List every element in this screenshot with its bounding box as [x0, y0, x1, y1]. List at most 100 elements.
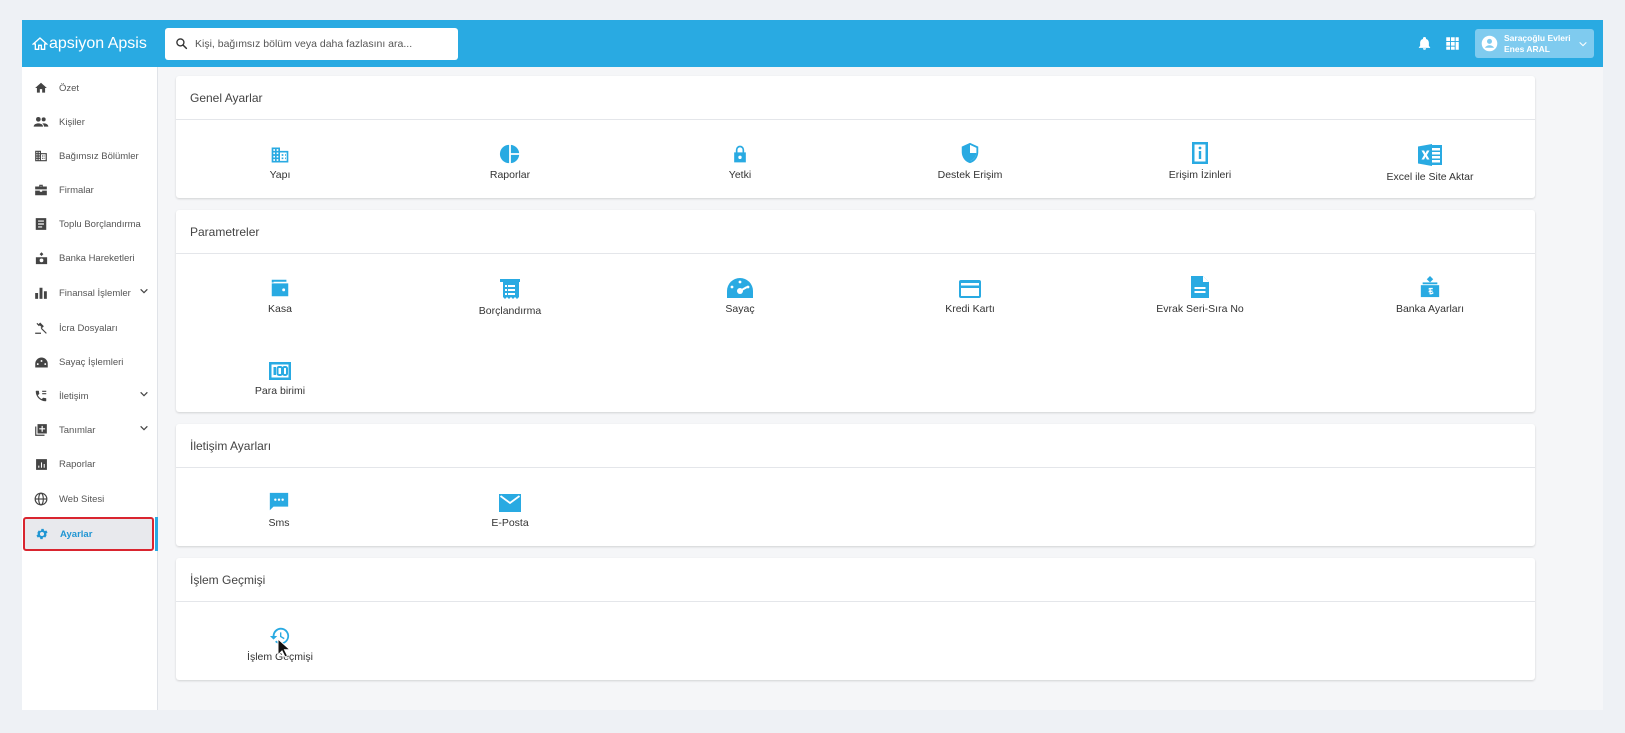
sidebar-item-label: Finansal İşlemler: [59, 287, 131, 299]
chevron-down-icon: [1579, 41, 1587, 46]
sidebar-item-toplu-borclandirma[interactable]: Toplu Borçlandırma: [22, 207, 157, 241]
search-icon: [176, 38, 188, 50]
apps-grid-icon[interactable]: [1439, 31, 1465, 57]
credit-card-icon: [959, 280, 981, 298]
search-input[interactable]: [193, 36, 447, 51]
tile-destek-erisim[interactable]: Destek Erişim: [870, 137, 1070, 203]
section-parametreler: Parametreler Kasa Borçlandırma Sayaç Kre…: [176, 210, 1535, 412]
briefcase-icon: [33, 182, 49, 198]
gear-icon: [34, 526, 50, 542]
notification-bell-icon[interactable]: [1411, 31, 1437, 57]
tile-label: Excel ile Site Aktar: [1386, 171, 1474, 183]
sidebar-item-label: İcra Dosyaları: [59, 322, 118, 334]
sidebar-item-kisiler[interactable]: Kişiler: [22, 105, 157, 139]
people-icon: [33, 114, 49, 130]
section-title: Genel Ayarlar: [176, 76, 1535, 120]
home-icon: [33, 80, 49, 96]
sidebar-item-banka-hareketleri[interactable]: Banka Hareketleri: [22, 241, 157, 275]
sidebar-item-icra-dosyalari[interactable]: İcra Dosyaları: [22, 311, 157, 345]
sidebar-item-ayarlar[interactable]: Ayarlar: [23, 517, 154, 551]
report-icon: [33, 456, 49, 472]
gauge-icon: [727, 278, 753, 298]
tile-excel-ile-site-aktar[interactable]: Excel ile Site Aktar: [1330, 137, 1530, 203]
section-title: İşlem Geçmişi: [176, 558, 1535, 602]
tile-label: Kredi Kartı: [945, 303, 995, 315]
user-site: Saraçoğlu Evleri: [1504, 32, 1571, 43]
tile-label: Para birimi: [254, 385, 306, 397]
pie-chart-icon: [499, 144, 520, 164]
tile-para-birimi[interactable]: Para birimi: [180, 353, 380, 419]
sidebar-item-bagimsiz-bolumler[interactable]: Bağımsız Bölümler: [22, 139, 157, 173]
app-window: apsiyon Apsis Saraçoğlu Evleri Enes ARAL: [22, 20, 1603, 710]
tile-label: Banka Ayarları: [1395, 303, 1465, 315]
sidebar-item-ozet[interactable]: Özet: [22, 71, 157, 105]
info-card-icon: [1192, 142, 1208, 164]
tile-sayac[interactable]: Sayaç: [640, 271, 840, 337]
chevron-down-icon: [140, 425, 148, 431]
tile-e-posta[interactable]: E-Posta: [410, 485, 610, 551]
tile-label: E-Posta: [491, 517, 529, 529]
section-islem-gecmisi: İşlem Geçmişi İşlem Geçmişi: [176, 558, 1535, 680]
tile-label: Sms: [268, 517, 290, 529]
tile-label: Borçlandırma: [478, 305, 542, 317]
sidebar-item-tanimlar[interactable]: Tanımlar: [22, 413, 157, 447]
tile-kredi-karti[interactable]: Kredi Kartı: [870, 271, 1070, 337]
tile-label: Yetki: [728, 169, 752, 181]
home-outline-icon: [32, 36, 48, 50]
user-name: Enes ARAL: [1504, 43, 1550, 54]
sidebar-item-web-sitesi[interactable]: Web Sitesi: [22, 482, 157, 516]
tile-banka-ayarlari[interactable]: Banka Ayarları: [1330, 271, 1530, 337]
sidebar-item-label: İletişim: [59, 390, 89, 402]
sidebar-item-label: Bağımsız Bölümler: [59, 150, 139, 162]
meter-icon: [33, 354, 49, 370]
sidebar-item-sayac-islemleri[interactable]: Sayaç İşlemleri: [22, 345, 157, 379]
tile-yetki[interactable]: Yetki: [640, 137, 840, 203]
receipt-icon: [33, 216, 49, 232]
sidebar-item-finansal-islemler[interactable]: Finansal İşlemler: [22, 276, 157, 310]
tile-label: Erişim İzinleri: [1168, 169, 1232, 181]
sidebar: Özet Kişiler Bağımsız Bölümler Firmalar …: [22, 67, 158, 710]
section-title: Parametreler: [176, 210, 1535, 254]
user-menu[interactable]: Saraçoğlu Evleri Enes ARAL: [1475, 29, 1594, 58]
tile-yapi[interactable]: Yapı: [180, 137, 380, 203]
building-icon: [271, 147, 289, 163]
sidebar-item-label: Firmalar: [59, 184, 94, 196]
tile-label: Destek Erişim: [937, 169, 1003, 181]
mail-icon: [499, 494, 521, 512]
tile-label: Sayaç: [725, 303, 755, 315]
bar-chart-icon: [33, 285, 49, 301]
sidebar-item-label: Ayarlar: [60, 528, 93, 540]
sidebar-item-raporlar[interactable]: Raporlar: [22, 447, 157, 481]
globe-icon: [33, 491, 49, 507]
tile-sms[interactable]: Sms: [179, 485, 379, 551]
building-icon: [33, 148, 49, 164]
tile-erisim-izinleri[interactable]: Erişim İzinleri: [1100, 137, 1300, 203]
tile-kasa[interactable]: Kasa: [180, 271, 380, 337]
tile-evrak-seri-sira-no[interactable]: Evrak Seri-Sıra No: [1100, 271, 1300, 337]
tile-label: Evrak Seri-Sıra No: [1156, 303, 1244, 315]
brand-logo[interactable]: apsiyon Apsis: [22, 35, 165, 53]
sidebar-item-label: Kişiler: [59, 116, 85, 128]
account-circle-icon: [1481, 35, 1498, 52]
top-bar: apsiyon Apsis Saraçoğlu Evleri Enes ARAL: [22, 20, 1603, 67]
search-box[interactable]: [165, 27, 458, 60]
tile-borclandirma[interactable]: Borçlandırma: [410, 271, 610, 337]
receipt-icon: [500, 279, 520, 299]
active-indicator: [155, 517, 158, 551]
add-box-icon: [33, 422, 49, 438]
bank-icon: [1420, 276, 1440, 298]
sms-icon: [269, 492, 289, 511]
sidebar-item-iletisim[interactable]: İletişim: [22, 379, 157, 413]
sidebar-item-label: Banka Hareketleri: [59, 252, 135, 264]
wallet-icon: [271, 279, 289, 297]
mouse-cursor-icon: [277, 638, 291, 658]
section-iletisim-ayarlari: İletişim Ayarları Sms E-Posta: [176, 424, 1535, 546]
sidebar-item-label: Sayaç İşlemleri: [59, 356, 124, 368]
sidebar-item-firmalar[interactable]: Firmalar: [22, 173, 157, 207]
tile-raporlar[interactable]: Raporlar: [410, 137, 610, 203]
tile-label: Kasa: [268, 303, 292, 315]
sidebar-item-label: Tanımlar: [59, 424, 96, 436]
phone-icon: [33, 388, 49, 404]
brand-name: apsiyon Apsis: [49, 34, 147, 52]
tile-label: Raporlar: [489, 169, 531, 181]
